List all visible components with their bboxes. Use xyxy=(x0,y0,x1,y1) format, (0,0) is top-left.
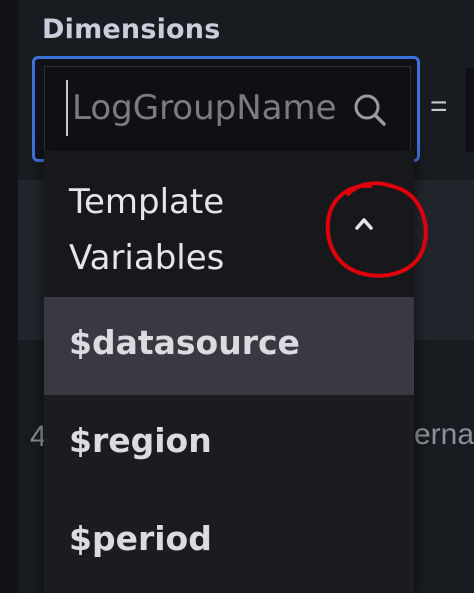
option-datasource[interactable]: $datasource xyxy=(44,297,414,395)
group-title: Template Variables xyxy=(69,182,225,278)
search-icon xyxy=(354,94,386,126)
option-label: $period xyxy=(69,519,212,558)
dimension-value-input[interactable] xyxy=(466,68,474,152)
option-region[interactable]: $region xyxy=(44,395,414,493)
background-text-right: erna xyxy=(414,418,474,451)
option-label: $datasource xyxy=(69,323,300,362)
chevron-up-icon[interactable] xyxy=(350,214,378,232)
dimension-suggestions-dropdown: Template Variables $datasource $region $… xyxy=(44,150,414,593)
background-row xyxy=(18,180,44,340)
dimension-key-input[interactable] xyxy=(66,80,342,136)
option-label: $region xyxy=(69,421,212,460)
dimension-operator: = xyxy=(430,90,448,123)
option-period[interactable]: $period xyxy=(44,493,414,591)
dimensions-label: Dimensions xyxy=(42,14,221,45)
template-variables-group-header[interactable]: Template Variables xyxy=(44,150,414,297)
background-row-right xyxy=(414,180,474,340)
